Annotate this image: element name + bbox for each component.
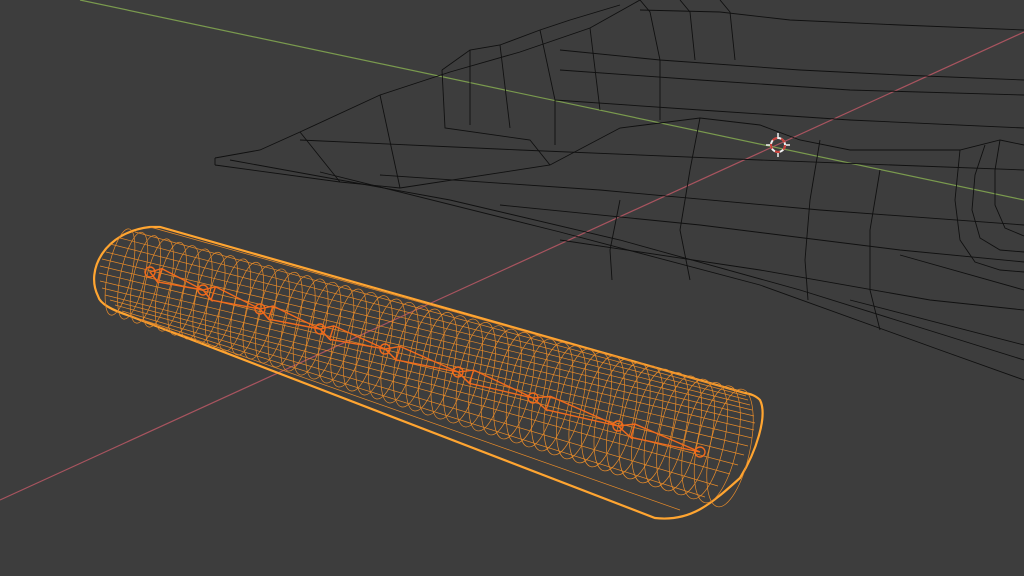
- viewport-scene[interactable]: [0, 0, 1024, 576]
- 3d-viewport[interactable]: [0, 0, 1024, 576]
